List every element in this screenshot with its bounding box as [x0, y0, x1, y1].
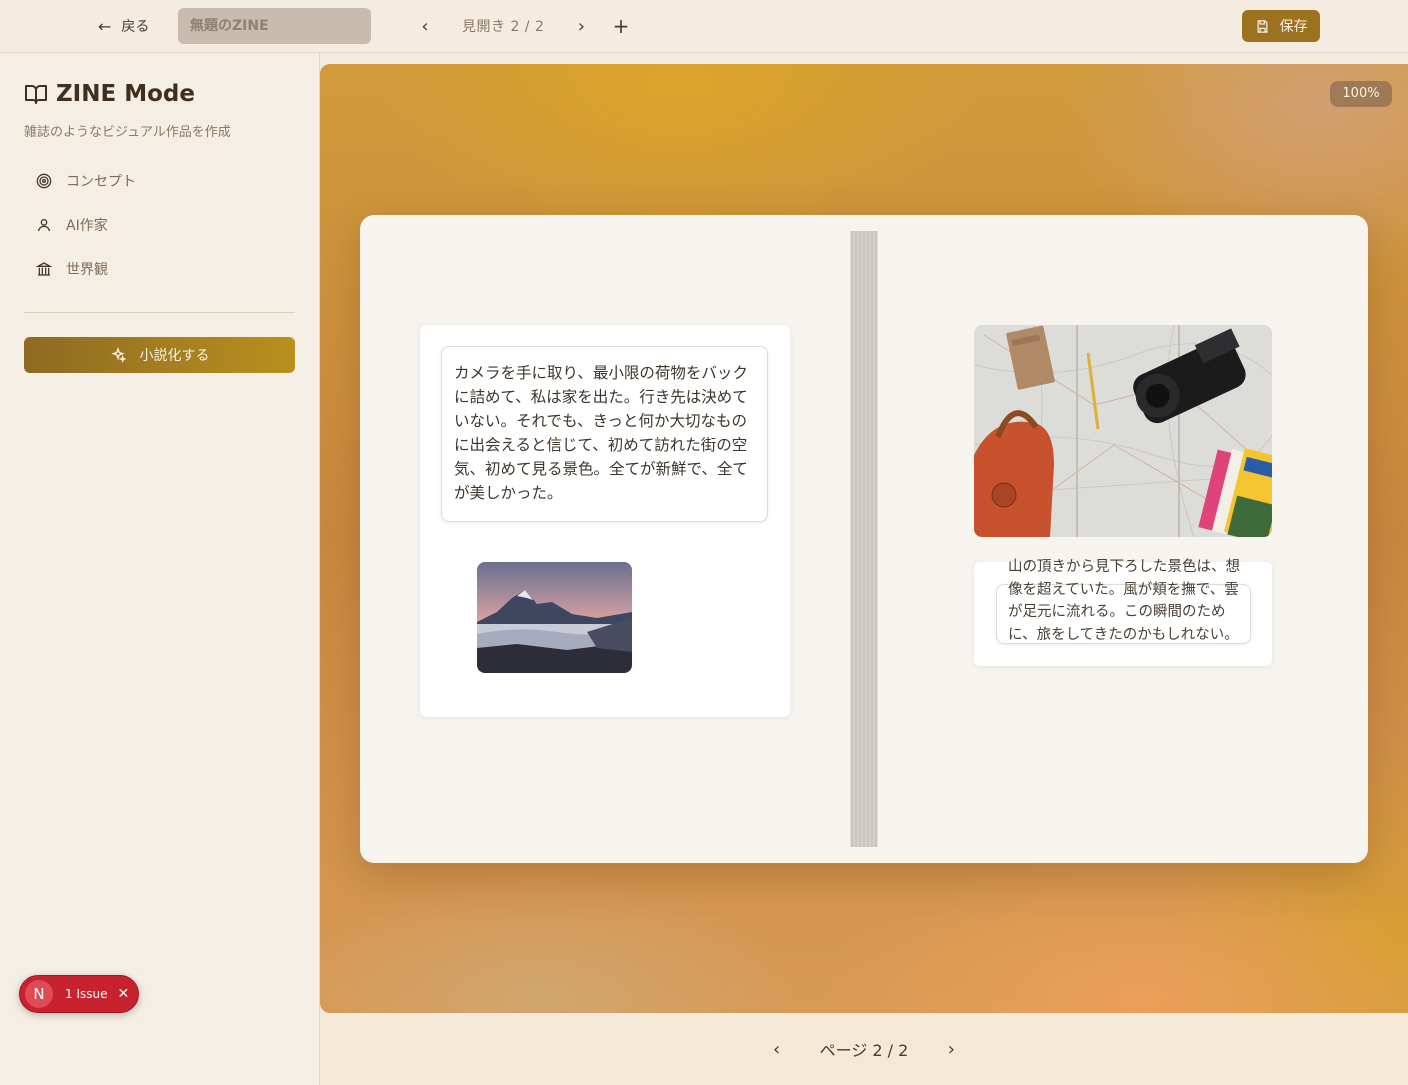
next-page-button[interactable]: › [936, 1039, 966, 1060]
next-spread-button[interactable]: › [566, 16, 596, 37]
save-icon [1257, 19, 1267, 33]
add-spread-button[interactable]: + [608, 10, 634, 42]
sidebar-menu: コンセプト AI作家 世界観 [24, 159, 295, 291]
prev-page-button[interactable]: ‹ [762, 1039, 792, 1060]
prev-spread-button[interactable]: ‹ [410, 16, 440, 37]
brand: ZINE Mode [24, 81, 195, 107]
zine-spread: カメラを手に取り、最小限の荷物をバックに詰めて、私は家を出た。行き先は決めていな… [360, 215, 1368, 863]
sparkles-icon [110, 347, 126, 363]
user-icon [38, 219, 50, 232]
nextjs-logo-icon: N [25, 980, 53, 1008]
sidebar: ZINE Mode 雑誌のようなビジュアル作品を作成 コンセプト AI作家 世界… [0, 53, 320, 1085]
left-page-card[interactable]: カメラを手に取り、最小限の荷物をバックに詰めて、私は家を出た。行き先は決めていな… [420, 325, 790, 717]
sidebar-item-worldview[interactable]: 世界観 [24, 247, 295, 291]
sidebar-item-label: コンセプト [66, 174, 136, 190]
page-indicator: ページ 2 / 2 [819, 1041, 909, 1060]
spread-indicator: 見開き 2 / 2 [462, 19, 545, 35]
zine-canvas: 100% カメラを手に取り、最小限の荷物をバックに詰めて、私は家を出た。行き先は… [320, 64, 1408, 1013]
sidebar-subtitle: 雑誌のようなビジュアル作品を作成 [24, 125, 231, 140]
sidebar-item-ai-author[interactable]: AI作家 [24, 203, 295, 247]
travel-illustration [974, 325, 1272, 537]
right-page-card[interactable]: 山の頂きから見下ろした景色は、想像を超えていた。風が頬を撫で、雲が足元に流れる。… [974, 559, 1272, 666]
dev-issue-badge[interactable]: N 1 Issue ✕ [19, 975, 139, 1013]
arrow-left-icon: ← [98, 16, 112, 36]
sidebar-divider [24, 312, 295, 313]
close-icon[interactable]: ✕ [117, 986, 129, 1002]
landmark-icon [36, 262, 52, 276]
zine-title-input[interactable] [178, 8, 371, 44]
sidebar-item-concept[interactable]: コンセプト [24, 159, 295, 203]
book-spine [850, 231, 878, 847]
issue-count-label[interactable]: 1 Issue [65, 987, 107, 1001]
novelize-button[interactable]: 小説化する [24, 337, 295, 373]
top-bar: ← 戻る ‹ 見開き 2 / 2 › + 保存 [0, 0, 1408, 53]
save-button[interactable]: 保存 [1242, 10, 1320, 42]
spread-navigation: ‹ 見開き 2 / 2 › [410, 10, 596, 42]
right-page-text-block[interactable]: 山の頂きから見下ろした景色は、想像を超えていた。風が頬を撫で、雲が足元に流れる。… [1008, 556, 1240, 646]
back-button[interactable]: ← 戻る [92, 10, 155, 42]
page-pager: ‹ ページ 2 / 2 › [320, 1013, 1408, 1085]
back-label: 戻る [121, 19, 150, 35]
mountain-illustration [477, 562, 632, 673]
mountain-photo[interactable] [477, 562, 632, 673]
sidebar-title: ZINE Mode [56, 81, 195, 107]
sidebar-item-label: 世界観 [66, 262, 108, 278]
save-label: 保存 [1279, 19, 1308, 35]
book-open-icon [25, 85, 47, 104]
sidebar-item-label: AI作家 [66, 218, 108, 234]
target-icon [36, 173, 52, 189]
novelize-label: 小説化する [139, 348, 210, 364]
travel-flatlay-photo[interactable] [974, 325, 1272, 537]
left-page-text-block[interactable]: カメラを手に取り、最小限の荷物をバックに詰めて、私は家を出た。行き先は決めていな… [441, 346, 768, 522]
zoom-level-badge: 100% [1330, 81, 1392, 107]
